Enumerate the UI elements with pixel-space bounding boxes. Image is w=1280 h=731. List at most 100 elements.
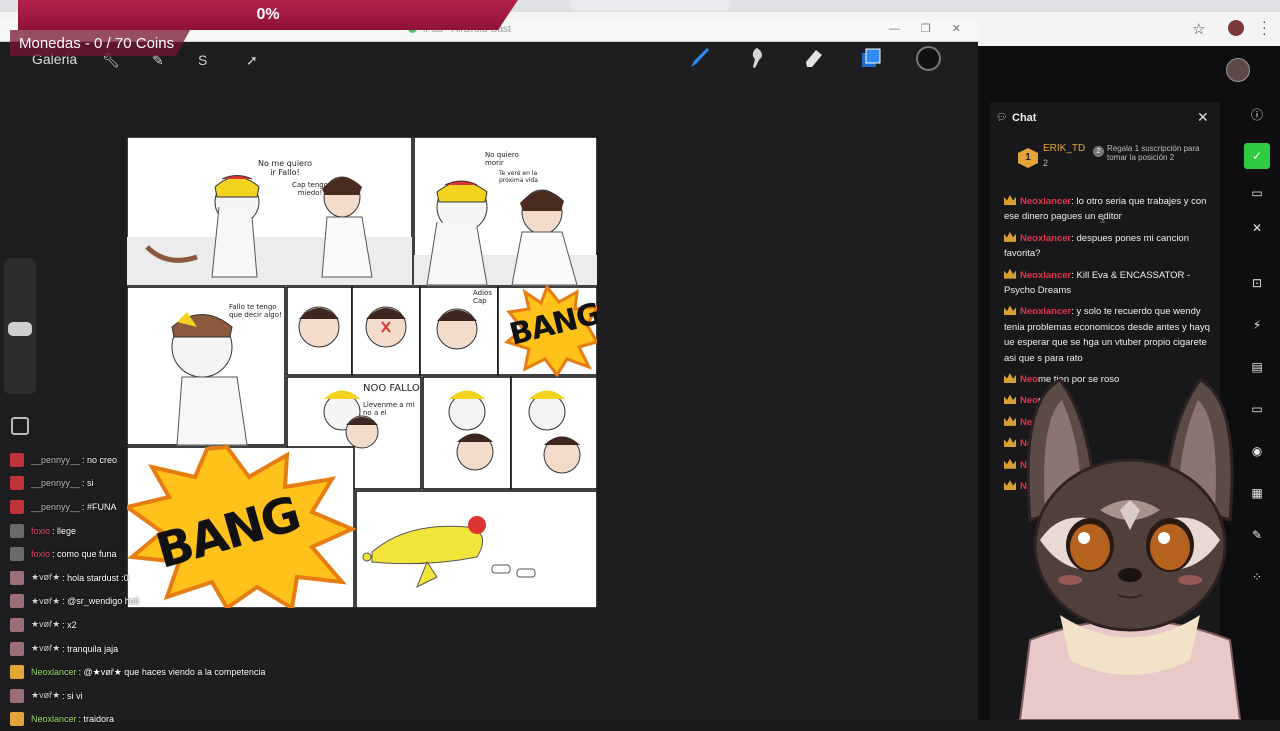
overlay-chat-text: : tranquila jaja — [62, 643, 119, 654]
smudge-icon[interactable] — [745, 46, 769, 70]
vtuber-avatar — [1018, 378, 1242, 720]
overlay-chat-message: __pennyy__: si — [10, 472, 370, 496]
overlay-chat-username: ★vøř★ — [31, 619, 61, 630]
coins-goal-label: Monedas - 0 / 70 Coins — [10, 30, 191, 56]
user-badge-icon — [10, 641, 24, 656]
rank-badge: 1 — [1018, 148, 1038, 168]
chat-username[interactable]: Neoxlancer — [1020, 233, 1071, 244]
overlay-chat-text: : como que funa — [52, 549, 117, 560]
overlay-chat-message: __pennyy__: #FUNA — [10, 495, 370, 519]
overlay-chat-username: ★vøř★ — [31, 572, 61, 583]
crown-icon — [1004, 268, 1016, 279]
speech-bubble: Adios Cap — [473, 289, 492, 305]
extension-icon[interactable] — [1228, 20, 1244, 36]
user-badge-icon — [10, 665, 24, 680]
brush-size-slider[interactable] — [4, 258, 36, 394]
chat-title: Chat — [1012, 112, 1037, 124]
speech-bubble: Llevenme a mi no a el — [363, 401, 415, 417]
chat-message: Neoxlancer: lo otro seria que trabajes y… — [1004, 194, 1212, 225]
crown-icon — [1004, 231, 1016, 242]
overlay-chat-message: foxio: llege — [10, 519, 370, 543]
user-badge-icon — [10, 499, 24, 514]
chat-message: Neoxlancer: y solo te recuerdo que wendy… — [1004, 304, 1212, 366]
overlay-chat-username: ★vøř★ — [31, 643, 61, 654]
user-badge-icon — [10, 570, 24, 585]
speech-bubble: Cap tengo miedo! — [291, 181, 329, 197]
modify-button[interactable] — [11, 417, 29, 435]
overlay-chat-text: : #FUNA — [82, 501, 117, 512]
lightning-icon[interactable]: ⚡︎ — [1244, 312, 1270, 338]
transform-arrow-icon[interactable]: ➚ — [246, 52, 258, 69]
pinned-username: ERIK_TD — [1043, 143, 1086, 154]
coin-progress-bar: 0% — [18, 0, 518, 30]
color-picker[interactable] — [916, 46, 941, 71]
overlay-chat-username: __pennyy__ — [31, 454, 81, 465]
overlay-chat-text: : si — [82, 478, 94, 489]
user-badge-icon — [10, 547, 24, 562]
user-badge-icon — [10, 688, 24, 703]
chat-username[interactable]: Neoxlancer — [1020, 270, 1071, 281]
layout-icon[interactable]: ▭ — [1244, 180, 1270, 206]
speech-bubble: NOO FALLO — [363, 383, 420, 394]
layers-icon[interactable] — [859, 46, 883, 70]
browser-menu-icon[interactable]: · · · — [1262, 14, 1267, 40]
overlay-chat-text: : si vi — [62, 690, 83, 701]
chat-message: Neoxlancer: despues pones mi cancion fav… — [1004, 231, 1212, 262]
avatar[interactable] — [1226, 58, 1250, 82]
overlay-chat-text: : llege — [52, 525, 77, 536]
overlay-chat-username: ★vøř★ — [31, 690, 61, 701]
capture-icon[interactable]: ⊡ — [1244, 270, 1270, 296]
selection-icon[interactable]: S — [198, 52, 207, 68]
overlay-chat-message: foxio: como que funa — [10, 542, 370, 566]
overlay-chat-message: ★vøř★: hola stardust :0 — [10, 566, 370, 590]
user-badge-icon — [10, 712, 24, 727]
overlay-chat-text: : x2 — [62, 619, 77, 630]
window-controls[interactable]: — ❐ ✕ — [889, 22, 970, 35]
overlay-chat-username: __pennyy__ — [31, 501, 81, 512]
speech-bubble: Te veré en la próxima vida — [499, 170, 538, 184]
overlay-chat-username: ★vøř★ — [31, 595, 61, 606]
overlay-chat-username: Neoxlancer — [31, 714, 77, 725]
chat-username[interactable]: Neoxlancer — [1020, 306, 1071, 317]
overlay-chat-text: : no creo — [82, 454, 118, 465]
overlay-chat-username: Neoxlancer — [31, 667, 77, 678]
user-badge-icon — [10, 617, 24, 632]
speech-bubble: No me quiero ir Fallo! — [258, 159, 312, 177]
pinned-leaderboard[interactable]: 1 ERIK_TD 2 2 Regala 1 suscripción para … — [990, 136, 1220, 227]
overlay-chat-message: Neoxlancer: traidora — [10, 708, 370, 731]
user-badge-icon — [10, 452, 24, 467]
pinned-gift-count: 2 — [1043, 158, 1049, 168]
user-badge-icon — [10, 594, 24, 609]
overlay-chat-message: ★vøř★: si vi — [10, 684, 370, 708]
overlay-chat-text: : @sr_wendigo holi — [62, 596, 139, 607]
speech-bubble: No quiero morir — [485, 151, 519, 167]
close-icon[interactable]: ✕ — [1244, 215, 1270, 241]
progress-percent-text: 0% — [256, 6, 280, 23]
eraser-icon[interactable] — [802, 46, 826, 70]
crown-icon — [1004, 195, 1016, 205]
overlay-chat-username: foxio — [31, 549, 51, 560]
stream-chat-overlay: __pennyy__: no creo __pennyy__: si __penny… — [10, 448, 370, 731]
pinned-gift-offer: Regala 1 suscripción para tomar la posic… — [1107, 144, 1200, 162]
brush-icon[interactable] — [688, 46, 712, 70]
brush-size-slider-handle[interactable] — [8, 322, 32, 336]
browser-tab[interactable] — [570, 0, 730, 10]
chat-header: 💬︎ Chat ✕ — [990, 102, 1220, 134]
crown-icon — [1004, 305, 1016, 316]
user-badge-icon — [10, 523, 24, 538]
overlay-chat-username: __pennyy__ — [31, 478, 81, 489]
chat-message: Neoxlancer: Kill Eva & ENCASSATOR - Psyc… — [1004, 268, 1212, 299]
info-icon[interactable]: ⓘ — [1244, 102, 1270, 128]
overlay-chat-message: __pennyy__: no creo — [10, 448, 370, 472]
user-badge-icon — [10, 476, 24, 491]
overlay-chat-message: Neoxlancer: @★vøř★ que haces viendo a la… — [10, 660, 370, 684]
close-icon[interactable]: ✕ — [1197, 109, 1209, 126]
overlay-chat-username: foxio — [31, 525, 51, 536]
overlay-chat-text: : @★vøř★ que haces viendo a la competenc… — [78, 666, 266, 677]
chat-username[interactable]: Neoxlancer — [1020, 196, 1071, 207]
speech-bubble: Fallo te tengo que decir algo! — [229, 303, 282, 319]
bookmark-star-icon[interactable]: ☆ — [1192, 20, 1205, 38]
rank-2-badge: 2 — [1093, 146, 1104, 157]
overlay-chat-text: : traidora — [78, 714, 115, 725]
check-icon[interactable]: ✓ — [1244, 143, 1270, 169]
